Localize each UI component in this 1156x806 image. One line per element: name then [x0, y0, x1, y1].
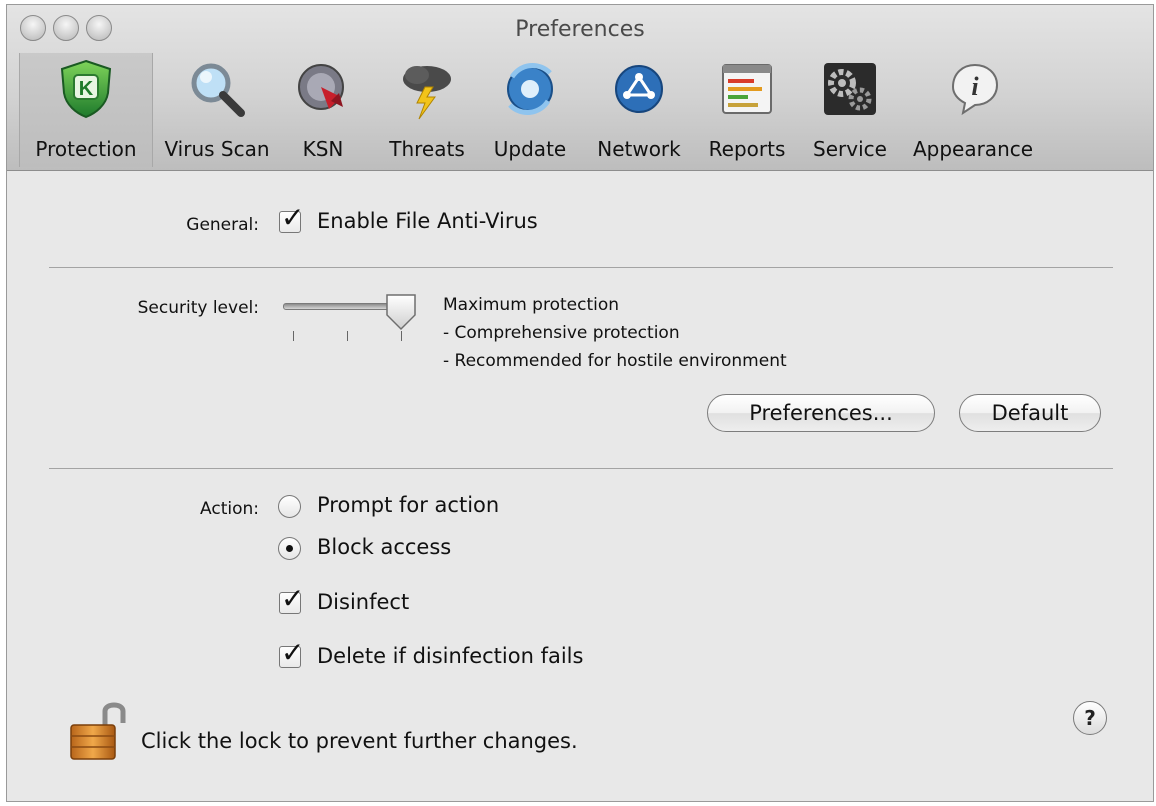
tab-protection-label: Protection: [35, 137, 137, 161]
enable-file-av-checkbox[interactable]: ✓: [279, 204, 304, 233]
tab-virus-scan-label: Virus Scan: [164, 137, 270, 161]
svg-text:i: i: [971, 72, 979, 101]
tab-threats[interactable]: Threats: [381, 53, 473, 167]
checkmark-icon: ✓: [281, 201, 305, 234]
radio-selected-dot: [286, 545, 293, 552]
enable-file-av-label: Enable File Anti-Virus: [317, 209, 538, 233]
storm-cloud-icon: [403, 66, 451, 120]
gears-icon: [824, 63, 876, 115]
preferences-button[interactable]: Preferences...: [707, 394, 935, 432]
delete-if-fails-checkbox[interactable]: ✓: [279, 639, 304, 668]
tab-service[interactable]: Service: [807, 53, 893, 167]
checkmark-icon: ✓: [281, 582, 305, 615]
slider-tick: [347, 331, 348, 341]
tab-service-label: Service: [813, 137, 887, 161]
tab-network[interactable]: Network: [589, 53, 689, 167]
tab-threats-label: Threats: [389, 137, 465, 161]
checkmark-icon: ✓: [281, 636, 305, 669]
help-button[interactable]: ?: [1073, 701, 1107, 735]
block-access-label: Block access: [317, 535, 452, 559]
preferences-window: Preferences K Protection Virus Scan KSN …: [6, 4, 1154, 802]
tab-ksn-label: KSN: [302, 137, 344, 161]
delete-if-fails-label: Delete if disinfection fails: [317, 644, 584, 668]
disinfect-label: Disinfect: [317, 590, 410, 614]
general-label: General:: [186, 215, 259, 235]
window-title: Preferences: [515, 17, 645, 42]
network-globe-icon: [615, 65, 663, 113]
separator: [49, 468, 1113, 469]
tab-network-label: Network: [597, 137, 681, 161]
security-level-desc1: - Comprehensive protection: [443, 323, 680, 343]
prompt-for-action-radio[interactable]: [278, 495, 301, 518]
slider-tick: [401, 331, 402, 341]
slider-knob[interactable]: [385, 293, 417, 331]
block-access-radio[interactable]: [278, 537, 301, 560]
action-label: Action:: [200, 499, 259, 519]
default-button[interactable]: Default: [959, 394, 1101, 432]
svg-text:K: K: [79, 78, 94, 100]
tab-reports[interactable]: Reports: [699, 53, 795, 167]
security-level-name: Maximum protection: [443, 295, 620, 315]
tab-update-label: Update: [493, 137, 567, 161]
ksn-globe-icon: [298, 64, 344, 110]
lock-message: Click the lock to prevent further change…: [141, 729, 578, 753]
title-toolbar: Preferences K Protection Virus Scan KSN …: [7, 5, 1153, 171]
security-level-desc2: - Recommended for hostile environment: [443, 351, 787, 371]
security-level-slider[interactable]: [279, 293, 429, 353]
info-bubble-icon: i: [951, 63, 999, 116]
tab-reports-label: Reports: [708, 137, 786, 161]
prompt-for-action-label: Prompt for action: [317, 493, 500, 517]
slider-tick: [293, 331, 294, 341]
tab-virus-scan[interactable]: Virus Scan: [155, 53, 279, 167]
security-level-label: Security level:: [137, 298, 259, 318]
tab-appearance[interactable]: i Appearance: [907, 53, 1039, 167]
disinfect-checkbox[interactable]: ✓: [279, 585, 304, 614]
tab-update[interactable]: Update: [487, 53, 573, 167]
update-globe-icon: [507, 62, 553, 116]
magnifier-icon: [191, 63, 245, 117]
report-chart-icon: [722, 64, 772, 114]
shield-k-icon: K: [60, 59, 112, 119]
separator: [49, 267, 1113, 268]
tab-ksn[interactable]: KSN: [289, 53, 357, 167]
tab-protection[interactable]: K Protection: [19, 53, 153, 167]
tab-appearance-label: Appearance: [912, 137, 1034, 161]
lock-icon[interactable]: [65, 695, 135, 765]
